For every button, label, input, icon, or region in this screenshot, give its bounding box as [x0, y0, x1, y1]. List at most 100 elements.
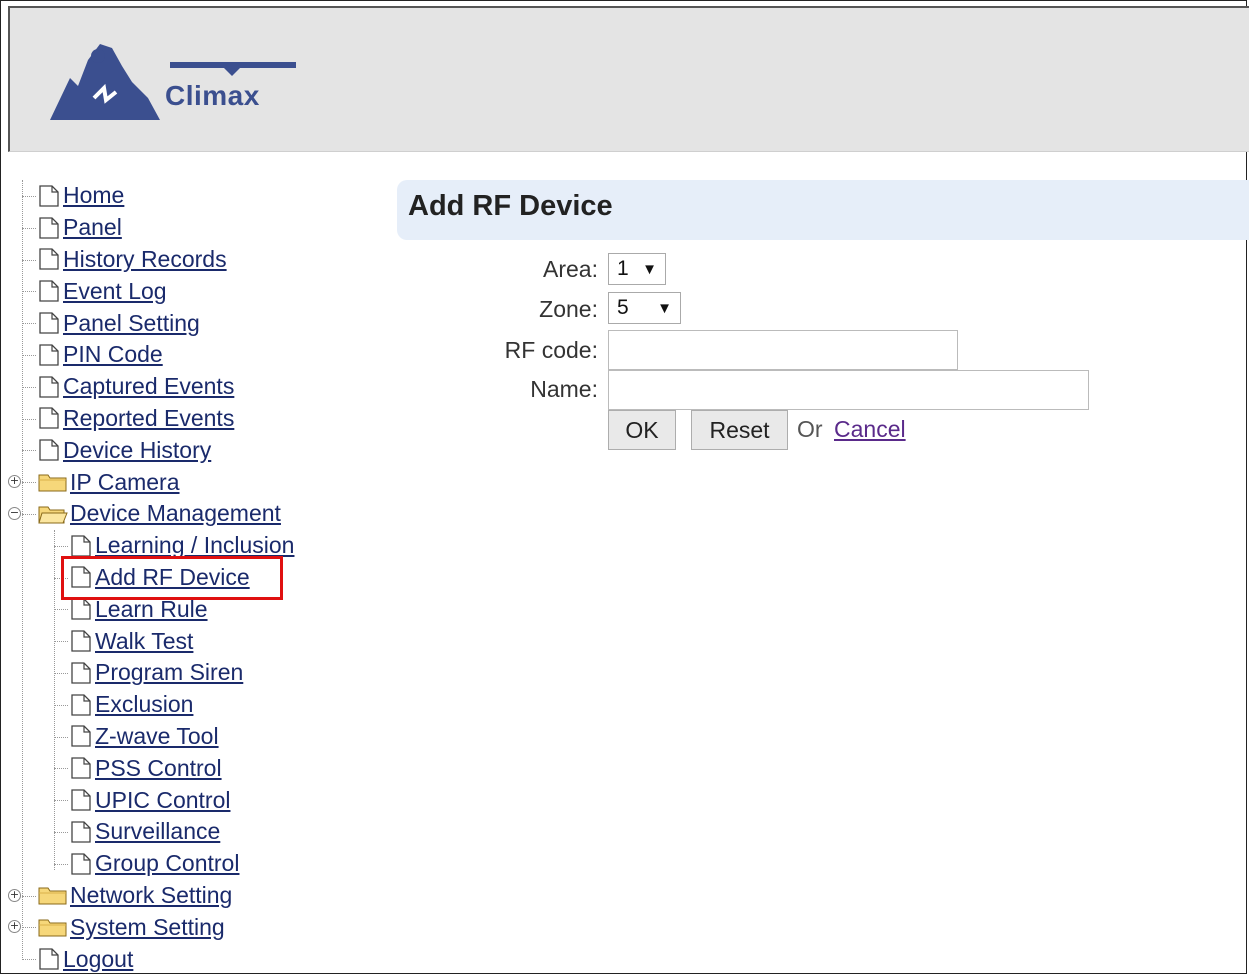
- sidebar-item[interactable]: Event Log: [8, 275, 348, 307]
- sidebar-item-label[interactable]: Event Log: [63, 278, 167, 305]
- tree-connector: [54, 641, 68, 643]
- zone-select-value: 5: [617, 296, 629, 319]
- reset-button[interactable]: Reset: [691, 410, 788, 450]
- tree-connector: [22, 323, 36, 325]
- area-select-value: 1: [617, 257, 629, 280]
- sidebar-item-label[interactable]: Logout: [63, 946, 133, 973]
- sidebar-item-label[interactable]: Surveillance: [95, 818, 220, 845]
- sidebar-item-label[interactable]: IP Camera: [70, 469, 180, 496]
- sidebar-item[interactable]: History Records: [8, 244, 348, 276]
- chevron-down-icon: ▼: [657, 299, 672, 317]
- ok-button[interactable]: OK: [608, 410, 676, 450]
- sidebar-item-label[interactable]: System Setting: [70, 914, 225, 941]
- zone-label: Zone:: [539, 296, 598, 322]
- sidebar-item[interactable]: Device History: [8, 434, 348, 466]
- sidebar-item[interactable]: − Device Management: [8, 498, 348, 530]
- tree-connector: [54, 800, 68, 802]
- page-icon: [38, 438, 60, 462]
- chevron-down-icon: ▼: [642, 260, 657, 278]
- sidebar-item-label[interactable]: Group Control: [95, 850, 239, 877]
- expand-icon[interactable]: +: [8, 920, 21, 934]
- page-icon: [38, 279, 60, 303]
- sidebar-item[interactable]: PIN Code: [8, 339, 348, 371]
- tree-connector: [54, 768, 68, 770]
- page-icon: [70, 788, 92, 812]
- sidebar-item[interactable]: Home: [8, 180, 348, 212]
- sidebar-item-label[interactable]: PIN Code: [63, 341, 163, 368]
- page-icon: [38, 375, 60, 399]
- sidebar-item[interactable]: + IP Camera: [8, 466, 348, 498]
- tree-connector: [22, 180, 23, 960]
- sidebar-item-label[interactable]: Walk Test: [95, 628, 193, 655]
- sidebar-item-label[interactable]: Z-wave Tool: [95, 723, 219, 750]
- page-icon: [70, 597, 92, 621]
- sidebar-item-label[interactable]: Panel Setting: [63, 310, 200, 337]
- page-icon: [70, 661, 92, 685]
- folder-icon: [38, 471, 68, 493]
- tree-connector: [54, 609, 68, 611]
- sidebar-item-label[interactable]: Exclusion: [95, 691, 193, 718]
- folder-icon: [38, 916, 68, 938]
- sidebar-item-label[interactable]: Home: [63, 182, 124, 209]
- page-icon: [38, 216, 60, 240]
- sidebar-item[interactable]: Surveillance: [8, 816, 348, 848]
- tree-connector: [54, 831, 68, 833]
- sidebar-item[interactable]: + System Setting: [8, 911, 348, 943]
- sidebar-item-label[interactable]: Program Siren: [95, 659, 243, 686]
- header: Climax: [8, 6, 1249, 152]
- tree-connector: [22, 354, 36, 356]
- sidebar-item[interactable]: UPIC Control: [8, 784, 348, 816]
- cancel-link[interactable]: Cancel: [834, 416, 906, 443]
- rf-code-input[interactable]: [608, 330, 958, 370]
- expand-icon[interactable]: +: [8, 475, 21, 489]
- sidebar-item[interactable]: + Network Setting: [8, 880, 348, 912]
- sidebar-item[interactable]: Panel Setting: [8, 307, 348, 339]
- sidebar-item-label[interactable]: Device Management: [70, 500, 281, 527]
- sidebar-item-label[interactable]: PSS Control: [95, 755, 222, 782]
- area-select[interactable]: 1 ▼: [608, 253, 666, 285]
- tree-connector: [54, 545, 68, 547]
- page-icon: [38, 247, 60, 271]
- tree-connector: [54, 530, 55, 870]
- sidebar-item-label[interactable]: Device History: [63, 437, 211, 464]
- sidebar-item[interactable]: Group Control: [8, 848, 348, 880]
- sidebar-item-label[interactable]: History Records: [63, 246, 227, 273]
- name-input[interactable]: [608, 370, 1089, 410]
- tree-connector: [22, 291, 36, 293]
- tree-connector: [22, 513, 36, 515]
- tree-connector: [54, 863, 68, 865]
- page-icon: [70, 756, 92, 780]
- sidebar-item-label[interactable]: Captured Events: [63, 373, 234, 400]
- zone-select[interactable]: 5 ▼: [608, 292, 681, 324]
- sidebar-item[interactable]: Z-wave Tool: [8, 721, 348, 753]
- tree-connector: [22, 482, 36, 484]
- tree-connector: [22, 959, 36, 961]
- page-icon: [70, 820, 92, 844]
- sidebar-item[interactable]: Walk Test: [8, 625, 348, 657]
- sidebar-item[interactable]: Program Siren: [8, 657, 348, 689]
- sidebar-item-label[interactable]: Panel: [63, 214, 122, 241]
- sidebar-item[interactable]: PSS Control: [8, 752, 348, 784]
- sidebar-item-label[interactable]: UPIC Control: [95, 787, 230, 814]
- brand-name: Climax: [165, 80, 260, 111]
- selected-item-highlight: [61, 556, 283, 600]
- tree-connector: [22, 259, 36, 261]
- expand-icon[interactable]: +: [8, 888, 21, 902]
- collapse-icon[interactable]: −: [8, 506, 21, 520]
- or-text: Or: [797, 416, 823, 442]
- tree-connector: [22, 386, 36, 388]
- sidebar-item[interactable]: Exclusion: [8, 689, 348, 721]
- page-icon: [70, 852, 92, 876]
- sidebar-item-label[interactable]: Network Setting: [70, 882, 232, 909]
- sidebar-item[interactable]: Captured Events: [8, 371, 348, 403]
- tree-connector: [54, 704, 68, 706]
- page-icon: [70, 629, 92, 653]
- tree-connector: [54, 736, 68, 738]
- page-icon: [38, 406, 60, 430]
- rf-code-label: RF code:: [504, 337, 598, 363]
- sidebar-item[interactable]: Panel: [8, 212, 348, 244]
- sidebar-item[interactable]: Logout: [8, 943, 348, 975]
- sidebar-item-label[interactable]: Reported Events: [63, 405, 234, 432]
- page-icon: [38, 184, 60, 208]
- sidebar-item[interactable]: Reported Events: [8, 403, 348, 435]
